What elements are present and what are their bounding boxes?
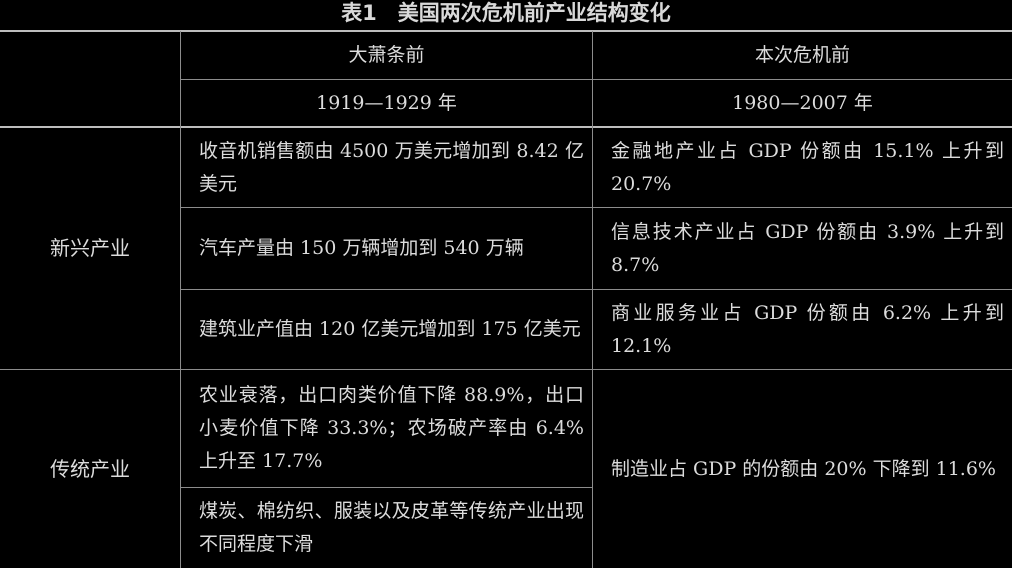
table-cell: 商业服务业占 GDP 份额由 6.2% 上升到 12.1% — [593, 290, 1012, 369]
row-label-emerging-industries: 新兴产业 — [50, 236, 130, 260]
table-cell: 煤炭、棉纺织、服装以及皮革等传统产业出现不同程度下滑 — [181, 488, 592, 568]
table-cell: 建筑业产值由 120 亿美元增加到 175 亿美元 — [181, 290, 592, 369]
cell-text: 制造业占 GDP 的份额由 20% 下降到 11.6% — [611, 457, 996, 480]
header-before-current-crisis: 本次危机前 — [754, 44, 850, 66]
header-period-1919-1929: 1919—1929 年 — [316, 91, 457, 114]
table-title: 表1 美国两次危机前产业结构变化 — [341, 1, 671, 25]
header-period-1980-2007: 1980—2007 年 — [732, 91, 873, 114]
cell-text: 商业服务业占 GDP 份额由 6.2% 上升到 12.1% — [611, 301, 1004, 357]
row-label-traditional-industries: 传统产业 — [50, 456, 130, 481]
table-cell: 金融地产业占 GDP 份额由 15.1% 上升到 20.7% — [593, 128, 1012, 207]
table-cell: 汽车产量由 150 万辆增加到 540 万辆 — [181, 208, 592, 289]
cell-text: 收音机销售额由 4500 万美元增加到 8.42 亿美元 — [199, 139, 584, 195]
table-cell: 收音机销售额由 4500 万美元增加到 8.42 亿美元 — [181, 128, 592, 207]
table-cell: 制造业占 GDP 的份额由 20% 下降到 11.6% — [593, 370, 1012, 568]
header-before-depression: 大萧条前 — [348, 44, 425, 66]
cell-text: 信息技术产业占 GDP 份额由 3.9% 上升到 8.7% — [611, 220, 1004, 276]
table-cell: 农业衰落，出口肉类价值下降 88.9%，出口小麦价值下降 33.3%；农场破产率… — [181, 370, 592, 487]
cell-text: 煤炭、棉纺织、服装以及皮革等传统产业出现不同程度下滑 — [199, 500, 584, 555]
table-cell: 信息技术产业占 GDP 份额由 3.9% 上升到 8.7% — [593, 208, 1012, 289]
cell-text: 农业衰落，出口肉类价值下降 88.9%，出口小麦价值下降 33.3%；农场破产率… — [199, 384, 584, 472]
cell-text: 汽车产量由 150 万辆增加到 540 万辆 — [199, 237, 524, 259]
cell-text: 建筑业产值由 120 亿美元增加到 175 亿美元 — [199, 318, 581, 340]
cell-text: 金融地产业占 GDP 份额由 15.1% 上升到 20.7% — [611, 139, 1004, 195]
